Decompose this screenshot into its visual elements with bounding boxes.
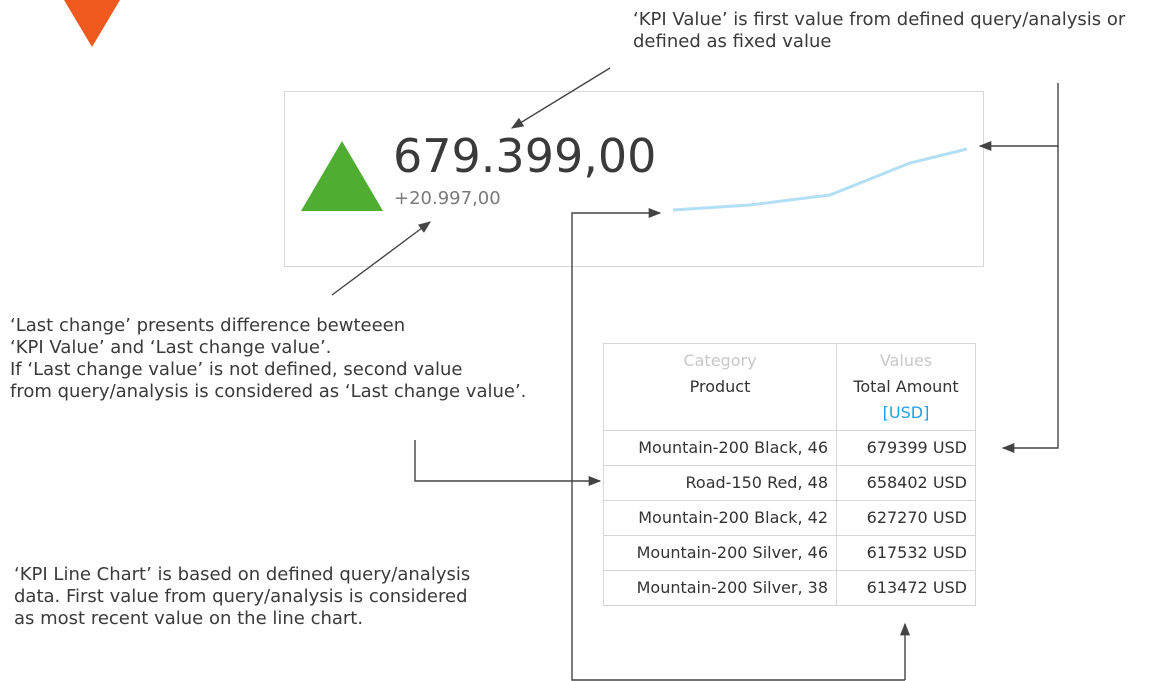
connector-arrows — [331, 67, 1059, 681]
arrow-to-last-change — [331, 221, 432, 296]
arrow-to-first-row — [1001, 146, 1059, 454]
arrow-to-sparkline-start — [571, 207, 905, 681]
arrow-to-sparkline-end — [978, 83, 1059, 152]
arrow-to-kpi-value — [510, 67, 611, 129]
